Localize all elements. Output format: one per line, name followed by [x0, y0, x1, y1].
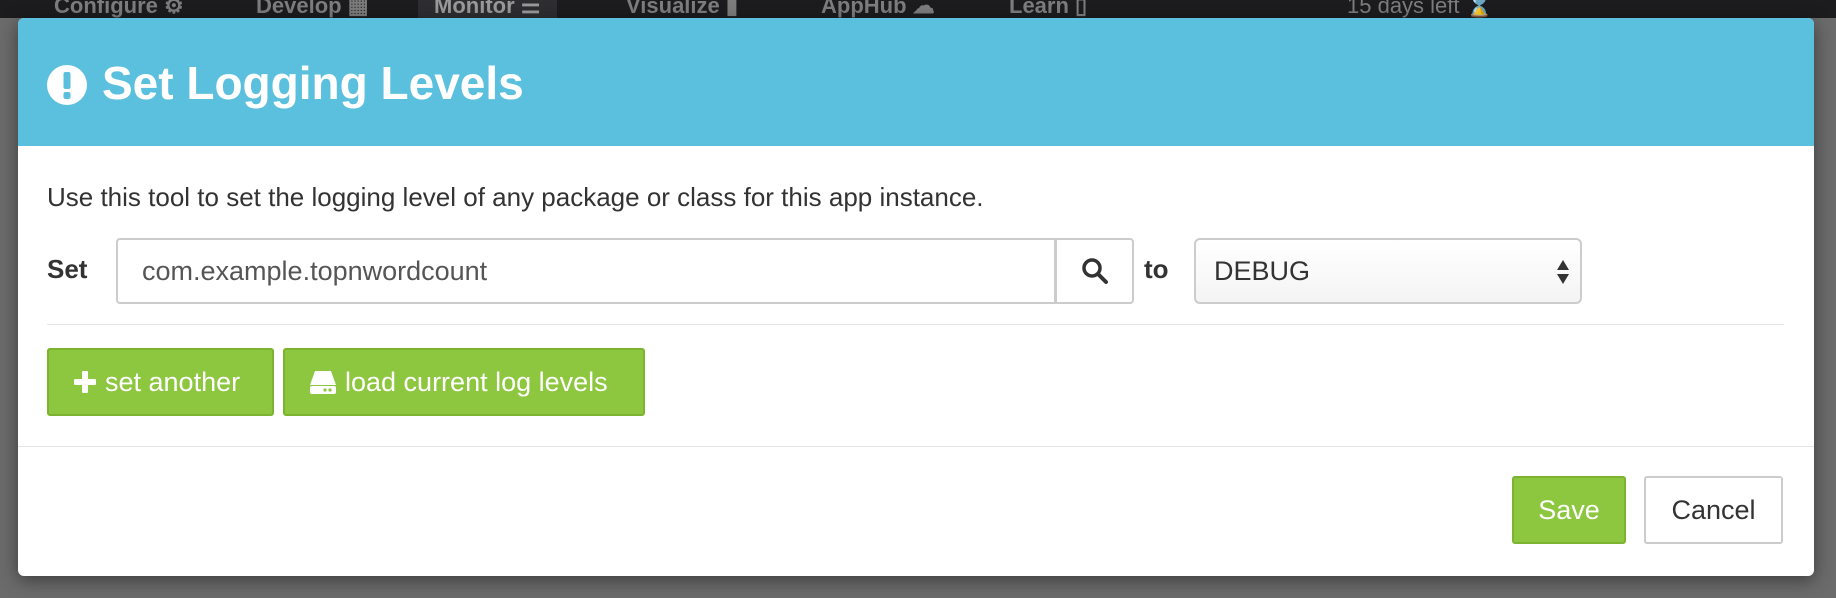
nav-label: Visualize — [626, 0, 720, 18]
trial-countdown: 15 days left ⌛ — [1347, 0, 1493, 18]
log-level-value: DEBUG — [1214, 256, 1311, 286]
load-current-log-levels-label: load current log levels — [345, 366, 608, 397]
log-level-select[interactable]: DEBUG — [1194, 238, 1582, 304]
package-class-input[interactable] — [116, 238, 1056, 304]
nav-label: Configure — [54, 0, 158, 18]
set-another-label: set another — [105, 366, 241, 397]
set-another-button[interactable]: set another — [47, 348, 274, 416]
plus-icon — [73, 370, 97, 394]
server-icon: ☰ — [520, 0, 541, 18]
nav-item-monitor: Monitor ☰ — [418, 0, 557, 18]
modal-footer-divider — [18, 446, 1814, 447]
nav-label: Develop — [256, 0, 342, 18]
set-logging-levels-modal: Set Logging Levels Use this tool to set … — [18, 18, 1814, 576]
nav-item-develop: Develop ▦ — [240, 0, 385, 18]
nav-label: AppHub — [821, 0, 907, 18]
save-button[interactable]: Save — [1512, 476, 1626, 544]
set-label: Set — [47, 254, 88, 284]
nav-item-learn: Learn ▯ — [993, 0, 1103, 18]
load-current-log-levels-button[interactable]: load current log levels — [283, 348, 645, 416]
book-icon: ▯ — [1075, 0, 1088, 18]
hard-drive-icon — [309, 369, 337, 395]
cloud-icon: ☁ — [912, 0, 935, 18]
nav-item-apphub: AppHub ☁ — [805, 0, 951, 18]
nav-item-configure: Configure ⚙ — [38, 0, 200, 18]
exclamation-circle-icon — [47, 65, 87, 105]
hourglass-icon: ⌛ — [1465, 0, 1494, 18]
gear-icon: ⚙ — [164, 0, 184, 18]
search-icon — [1081, 258, 1108, 284]
to-label: to — [1144, 254, 1169, 284]
background-top-nav: Configure ⚙ Develop ▦ Monitor ☰ Visualiz… — [0, 0, 1836, 18]
search-button[interactable] — [1056, 238, 1134, 304]
trial-text: 15 days left — [1347, 0, 1460, 18]
grid-icon: ▦ — [347, 0, 369, 18]
bar-chart-icon: ▮ — [725, 0, 738, 18]
modal-header: Set Logging Levels — [18, 18, 1814, 146]
modal-description: Use this tool to set the logging level o… — [47, 182, 984, 212]
select-arrows-icon — [1557, 260, 1569, 284]
section-divider — [47, 324, 1784, 325]
cancel-button[interactable]: Cancel — [1644, 476, 1783, 544]
modal-title: Set Logging Levels — [102, 57, 524, 109]
nav-label: Monitor — [434, 0, 515, 18]
nav-label: Learn — [1009, 0, 1069, 18]
nav-item-visualize: Visualize ▮ — [610, 0, 754, 18]
